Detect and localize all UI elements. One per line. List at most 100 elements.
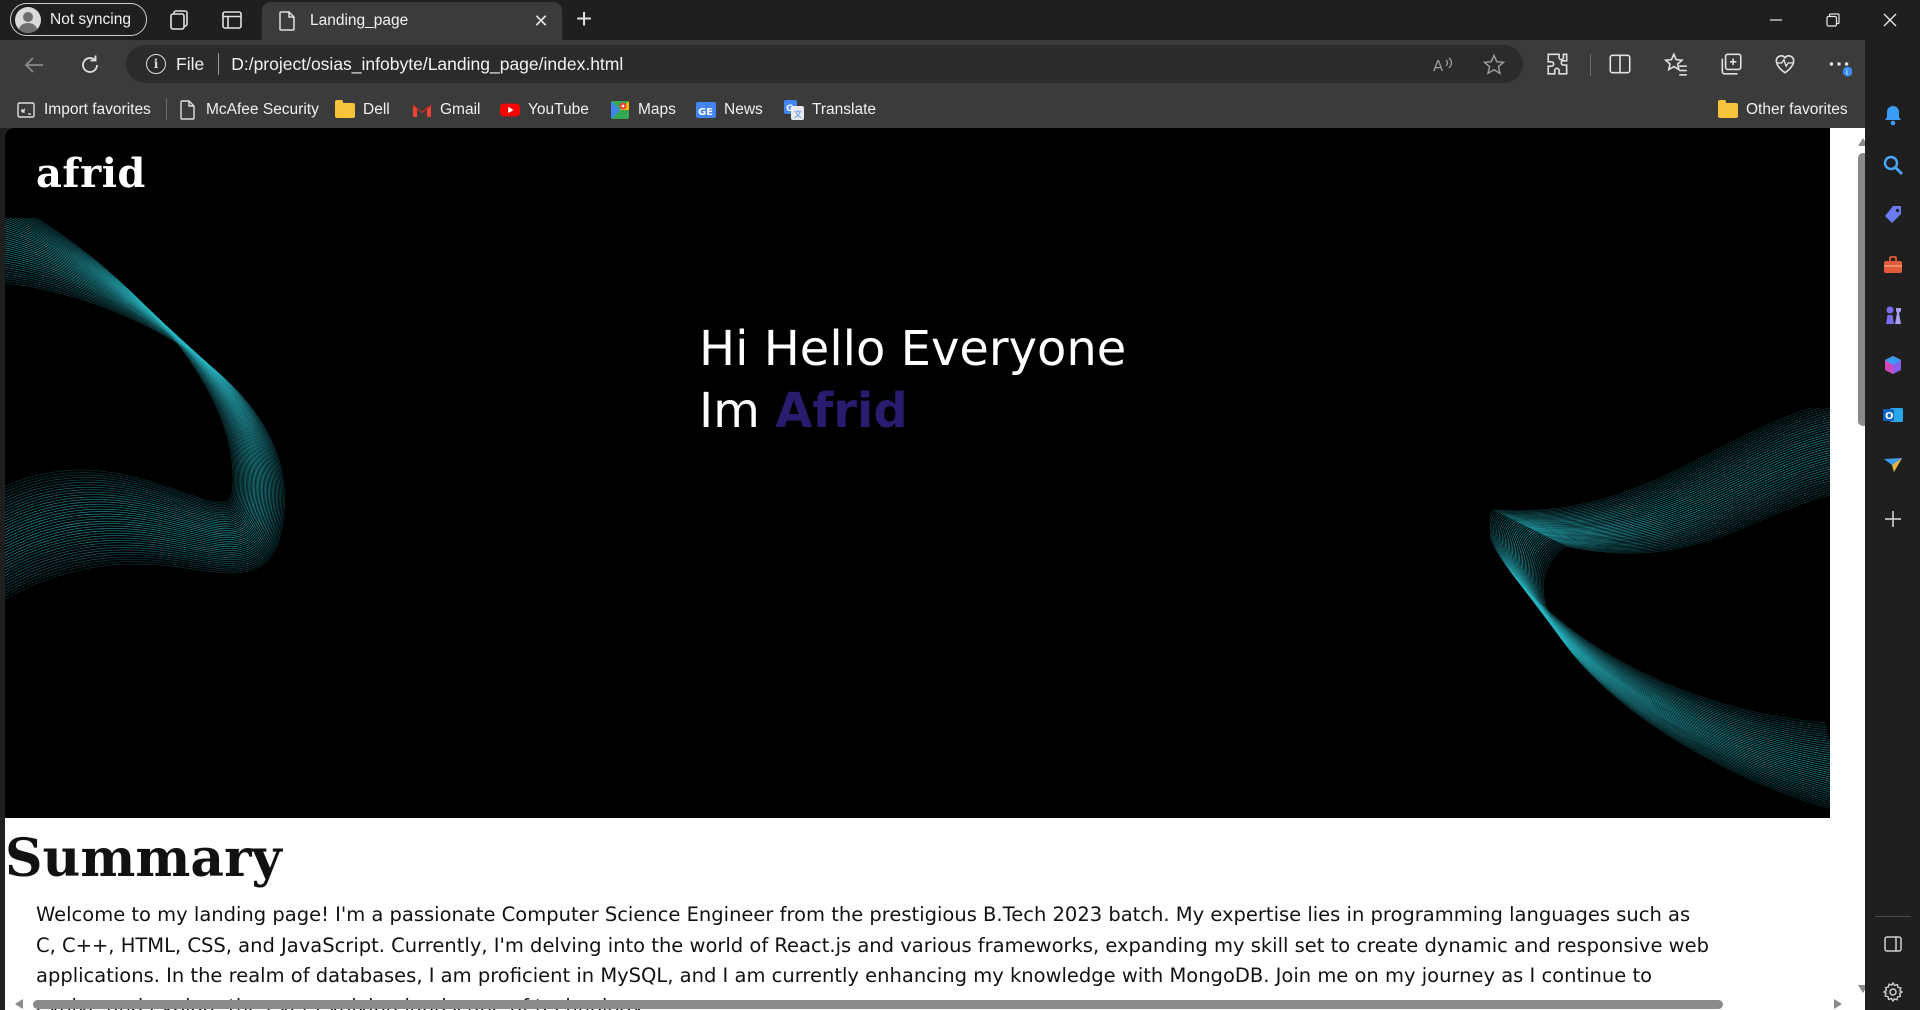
tab-landing-page[interactable]: Landing_page ✕ xyxy=(262,2,562,40)
scroll-down-arrow-icon[interactable] xyxy=(1857,984,1865,994)
translate-icon: G文 xyxy=(784,100,804,120)
maps-icon xyxy=(610,100,630,120)
youtube-icon xyxy=(500,100,520,120)
svg-text:A: A xyxy=(1433,57,1444,75)
hide-sidebar-icon[interactable] xyxy=(1882,933,1904,955)
vertical-scroll-thumb[interactable] xyxy=(1858,153,1865,426)
summary-body: Welcome to my landing page! I'm a passio… xyxy=(36,903,1709,1010)
send-drop-icon[interactable] xyxy=(1882,454,1904,476)
notifications-bell-icon[interactable] xyxy=(1882,104,1904,126)
close-icon xyxy=(1883,13,1897,27)
url-text[interactable]: D:/project/osias_infobyte/Landing_page/i… xyxy=(231,54,623,75)
fav-dell[interactable]: Dell xyxy=(335,98,390,122)
svg-text:G: G xyxy=(786,104,793,114)
close-window-button[interactable] xyxy=(1862,0,1918,40)
microsoft-365-icon[interactable] xyxy=(1882,354,1904,376)
address-divider xyxy=(218,53,220,75)
restore-icon xyxy=(1826,13,1840,27)
edge-sidebar: O xyxy=(1865,40,1920,1010)
fav-gmail[interactable]: Gmail xyxy=(412,98,480,122)
favorites-bar: Import favorites McAfee Security Dell Gm… xyxy=(0,90,1920,128)
summary-title: Summary xyxy=(5,828,282,889)
scroll-up-arrow-icon[interactable] xyxy=(1857,137,1865,147)
hero-name: Afrid xyxy=(775,383,908,439)
more-options-icon[interactable]: i xyxy=(1826,51,1852,77)
hero-section: afrid Hi Hello Everyone Im Afrid xyxy=(5,128,1830,818)
page-viewport: afrid Hi Hello Everyone Im Afrid Summary… xyxy=(5,128,1865,1010)
shopping-tag-icon[interactable] xyxy=(1882,204,1904,226)
read-aloud-icon[interactable]: A xyxy=(1431,53,1455,77)
toolbar-divider xyxy=(1590,54,1591,76)
folder-icon xyxy=(1718,99,1738,120)
fav-news[interactable]: GE News xyxy=(696,98,763,122)
settings-gear-icon[interactable] xyxy=(1882,981,1904,1003)
hero-intro-prefix: Im xyxy=(699,383,760,439)
import-icon xyxy=(16,100,36,120)
fav-label: Translate xyxy=(812,101,877,118)
svg-text:i: i xyxy=(1846,68,1848,77)
fav-label: McAfee Security xyxy=(206,101,319,118)
favorite-star-icon[interactable] xyxy=(1482,53,1506,77)
tools-briefcase-icon[interactable] xyxy=(1882,254,1904,276)
address-bar[interactable]: i File D:/project/osias_infobyte/Landing… xyxy=(126,45,1523,83)
scheme-label: File xyxy=(176,53,205,74)
add-icon[interactable] xyxy=(1882,508,1904,530)
restore-button[interactable] xyxy=(1805,0,1861,40)
fav-mcafee-security[interactable]: McAfee Security xyxy=(178,98,319,122)
outlook-icon[interactable]: O xyxy=(1882,404,1904,426)
hero-heading: Hi Hello Everyone Im Afrid xyxy=(699,318,1126,442)
fav-label: News xyxy=(724,101,763,118)
hero-greeting: Hi Hello Everyone xyxy=(699,321,1127,377)
minimize-icon xyxy=(1770,19,1782,21)
svg-text:GE: GE xyxy=(698,107,713,118)
refresh-icon xyxy=(82,55,98,73)
horizontal-scroll-thumb[interactable] xyxy=(33,1000,1723,1009)
back-button[interactable] xyxy=(18,49,50,81)
wave-decoration-left xyxy=(5,218,285,600)
fav-label: YouTube xyxy=(528,101,589,118)
brand-logo[interactable]: afrid xyxy=(36,150,146,197)
refresh-button[interactable] xyxy=(74,49,106,81)
fav-import-favorites[interactable]: Import favorites xyxy=(16,98,151,122)
favorites-icon[interactable] xyxy=(1663,51,1689,77)
back-arrow-icon xyxy=(24,57,43,73)
favorites-divider xyxy=(166,98,167,120)
fav-other-favorites[interactable]: Other favorites xyxy=(1718,98,1848,122)
hero-intro: Im Afrid xyxy=(699,380,1126,442)
minimize-button[interactable] xyxy=(1748,0,1804,40)
scroll-right-arrow-icon[interactable] xyxy=(1833,998,1843,1010)
title-bar: Not syncing Landing_page ✕ + xyxy=(0,0,1920,40)
extensions-icon[interactable] xyxy=(1545,51,1571,77)
split-screen-icon[interactable] xyxy=(1607,51,1633,77)
page-icon xyxy=(279,11,295,31)
wave-decoration-right xyxy=(1490,408,1830,808)
fav-label: Maps xyxy=(638,101,676,118)
navigation-bar: i File D:/project/osias_infobyte/Landing… xyxy=(0,40,1920,90)
fav-label: Other favorites xyxy=(1746,101,1848,118)
avatar xyxy=(15,6,41,33)
gmail-icon xyxy=(412,100,432,120)
scroll-left-arrow-icon[interactable] xyxy=(14,998,24,1010)
fav-label: Gmail xyxy=(440,101,481,118)
sidebar-divider xyxy=(1875,916,1911,917)
tab-title: Landing_page xyxy=(310,12,409,29)
new-tab-button[interactable]: + xyxy=(570,5,598,34)
profile-button[interactable]: Not syncing xyxy=(10,3,147,36)
browser-essentials-icon[interactable] xyxy=(1772,51,1798,77)
svg-text:文: 文 xyxy=(794,109,802,119)
folder-icon xyxy=(335,99,355,120)
search-icon[interactable] xyxy=(1882,154,1904,176)
site-info-icon[interactable]: i xyxy=(146,54,166,74)
profile-label: Not syncing xyxy=(50,10,131,28)
fav-maps[interactable]: Maps xyxy=(610,98,676,122)
svg-text:O: O xyxy=(1885,411,1894,422)
collections-icon[interactable] xyxy=(1718,51,1744,77)
vertical-tabs-icon[interactable] xyxy=(220,8,244,32)
close-tab-icon[interactable]: ✕ xyxy=(526,6,556,36)
fav-youtube[interactable]: YouTube xyxy=(500,98,589,122)
fav-label: Dell xyxy=(363,101,390,118)
games-chess-icon[interactable] xyxy=(1882,304,1904,326)
fav-translate[interactable]: G文 Translate xyxy=(784,98,876,122)
workspaces-icon[interactable] xyxy=(168,8,192,32)
page-icon xyxy=(178,100,198,120)
